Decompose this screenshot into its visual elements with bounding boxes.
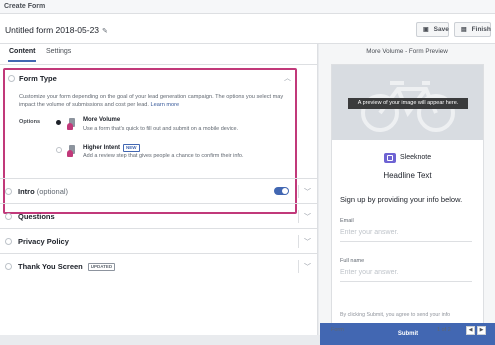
phone-user-icon — [67, 118, 77, 130]
divider — [298, 185, 299, 198]
updated-badge: UPDATED — [87, 263, 116, 271]
finish-label: Finish — [471, 26, 491, 33]
window-title: Create Form — [0, 0, 495, 14]
toggle-knob — [282, 188, 288, 194]
pencil-icon[interactable]: ✎ — [102, 27, 108, 35]
chevron-down-icon[interactable]: ﹀ — [304, 212, 311, 222]
finish-icon: ▤ — [461, 27, 467, 33]
brand-logo-icon — [384, 153, 396, 163]
email-label: Email — [340, 218, 354, 224]
more-volume-title[interactable]: More Volume — [83, 117, 120, 123]
headline-text: Headline Text — [383, 171, 432, 180]
privacy-radio[interactable] — [5, 238, 12, 245]
section-intro[interactable]: Intro (optional) ﹀ — [0, 178, 318, 204]
tab-settings[interactable]: Settings — [46, 48, 71, 55]
form-type-description: Customize your form depending on the goa… — [19, 93, 289, 109]
chevron-up-icon[interactable]: ︿ — [284, 73, 291, 83]
thank-you-title: Thank You Screen UPDATED — [18, 262, 116, 271]
more-volume-subtitle: Use a form that's quick to fill out and … — [83, 126, 239, 132]
intro-radio[interactable] — [5, 188, 12, 195]
phone-preview: A preview of your image will appear here… — [320, 64, 495, 345]
higher-intent-radio[interactable] — [56, 147, 62, 153]
options-label: Options — [19, 119, 41, 125]
email-field[interactable]: Enter your answer. — [340, 229, 472, 242]
section-privacy-policy[interactable]: Privacy Policy ﹀ — [0, 228, 318, 254]
divider — [298, 235, 299, 248]
image-caption: A preview of your image will appear here… — [348, 98, 468, 109]
thank-you-label: Thank You Screen — [18, 262, 83, 271]
learn-more-link[interactable]: Learn more — [151, 102, 180, 108]
privacy-title: Privacy Policy — [18, 237, 69, 246]
form-type-radio[interactable] — [8, 75, 15, 82]
page-indicator: 1 of 2 — [437, 327, 451, 333]
preview-panel: More Volume - Form Preview A preview of … — [319, 44, 495, 345]
preview-footer: Form 1 of 2 ◀ ▶ — [319, 326, 495, 335]
save-label: Save — [433, 26, 449, 33]
optional-label: (optional) — [36, 187, 69, 196]
full-name-label: Full name — [340, 258, 365, 264]
chevron-down-icon[interactable]: ﹀ — [304, 187, 311, 197]
image-placeholder: A preview of your image will appear here… — [332, 65, 483, 140]
more-volume-radio[interactable] — [56, 120, 61, 125]
editor-panel: Content Settings Form Type ︿ Customize y… — [0, 44, 318, 335]
divider — [298, 210, 299, 223]
higher-intent-label: Higher Intent — [83, 145, 120, 151]
form-type-title[interactable]: Form Type — [19, 74, 57, 83]
phone-user-icon — [67, 145, 77, 157]
new-badge: NEW — [123, 144, 140, 152]
section-questions[interactable]: Questions ﹀ — [0, 203, 318, 229]
editor-header: Untitled form 2018-05-23 ✎ ▣ Save ▤ Finish — [0, 14, 495, 44]
thank-you-radio[interactable] — [5, 263, 12, 270]
chevron-down-icon[interactable]: ﹀ — [304, 262, 311, 272]
save-icon: ▣ — [423, 27, 429, 33]
brand-name: Sleeknote — [400, 154, 432, 161]
signup-text: Sign up by providing your info below. — [340, 195, 463, 204]
questions-radio[interactable] — [5, 213, 12, 220]
divider — [298, 260, 299, 273]
preview-title: More Volume - Form Preview — [366, 48, 448, 55]
section-thank-you[interactable]: Thank You Screen UPDATED ﹀ — [0, 253, 318, 279]
higher-intent-title[interactable]: Higher Intent NEW — [83, 144, 140, 152]
form-name-title[interactable]: Untitled form 2018-05-23 ✎ — [5, 25, 108, 35]
prev-page-button[interactable]: ◀ — [466, 326, 475, 335]
intro-title: Intro (optional) — [18, 187, 68, 196]
save-button[interactable]: ▣ Save — [416, 22, 449, 37]
consent-text: By clicking Submit, you agree to send yo… — [340, 312, 451, 318]
intro-label: Intro — [18, 187, 35, 196]
intro-toggle[interactable] — [274, 187, 289, 195]
questions-title: Questions — [18, 212, 55, 221]
finish-button[interactable]: ▤ Finish — [454, 22, 491, 37]
tab-bar: Content Settings — [0, 44, 317, 65]
tab-content[interactable]: Content — [7, 48, 37, 62]
next-page-button[interactable]: ▶ — [477, 326, 486, 335]
chevron-down-icon[interactable]: ﹀ — [304, 237, 311, 247]
form-name-text: Untitled form 2018-05-23 — [5, 25, 100, 35]
full-name-field[interactable]: Enter your answer. — [340, 269, 472, 282]
footer-form-label: Form — [331, 327, 344, 333]
higher-intent-subtitle: Add a review step that gives people a ch… — [83, 153, 244, 159]
